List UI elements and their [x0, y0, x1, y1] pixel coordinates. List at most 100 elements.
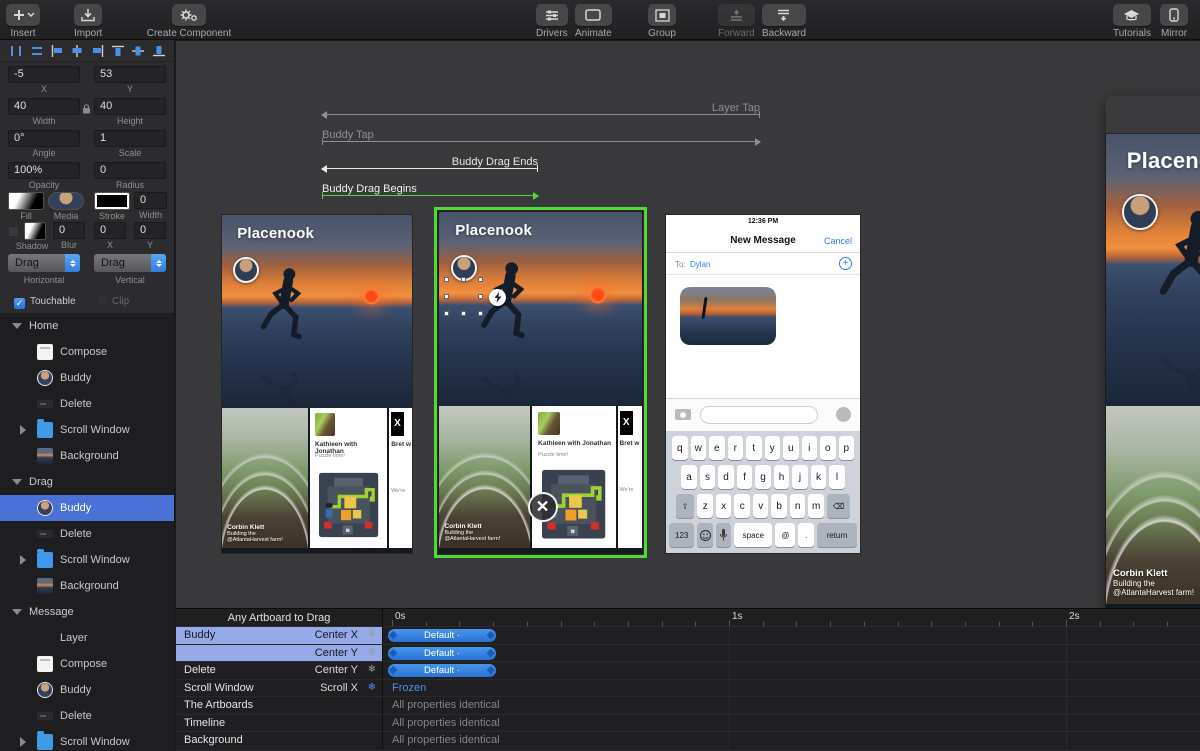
layer-item-delete[interactable]: Delete — [0, 521, 174, 547]
timeline-row-delete[interactable]: DeleteCenter Y❄◆Default ·◆ — [176, 662, 1200, 680]
key-l[interactable]: l — [829, 465, 845, 489]
card-corbin[interactable]: Corbin KlettBuilding the@AtlantaHarvest … — [439, 406, 530, 548]
key-p[interactable]: p — [839, 436, 855, 460]
buddy-avatar[interactable] — [1122, 194, 1158, 230]
height-input[interactable]: 40 — [94, 98, 166, 115]
disclosure-triangle-icon[interactable] — [12, 479, 22, 485]
keyframe-diamond-icon[interactable]: ◆ — [487, 648, 495, 659]
disclosure-triangle-icon[interactable] — [20, 555, 26, 565]
timeline-row-buddy[interactable]: BuddyCenter X❄◆Default ·◆ — [176, 627, 1200, 645]
key-x[interactable]: x — [716, 494, 732, 518]
selection-handle[interactable] — [478, 311, 483, 316]
tutorials-button[interactable]: Tutorials — [1113, 4, 1151, 39]
transition-arrow-layer-tap[interactable] — [322, 114, 760, 115]
layer-item-delete[interactable]: Delete — [0, 703, 174, 729]
layer-item-scroll-window[interactable]: Scroll Window — [0, 547, 174, 573]
artboard-message[interactable]: 12:36 PM New Message Cancel To: Dylan + … — [666, 215, 860, 553]
stroke-width-input[interactable]: 0 — [134, 192, 167, 209]
cancel-button[interactable]: Cancel — [824, 236, 852, 246]
transition-arrow-buddy-drag-ends[interactable] — [322, 168, 538, 169]
period-key[interactable]: . — [798, 523, 814, 547]
align-middle-icon[interactable] — [132, 44, 144, 62]
card-strip[interactable]: Corbin KlettBuilding the@AtlantaHarvest … — [439, 406, 642, 553]
card-strip[interactable]: Corbin KlettBuilding the@AtlantaHarvest … — [1106, 406, 1200, 611]
align-top-icon[interactable] — [112, 44, 124, 62]
mirror-button[interactable]: Mirror — [1160, 4, 1188, 39]
layer-item-buddy[interactable]: Buddy — [0, 365, 174, 391]
selection-handle[interactable] — [461, 277, 466, 282]
align-right-icon[interactable] — [92, 44, 104, 62]
backward-button[interactable]: Backward — [762, 4, 806, 39]
forward-button[interactable]: Forward — [718, 4, 755, 39]
key-z[interactable]: z — [697, 494, 713, 518]
key-o[interactable]: o — [820, 436, 836, 460]
lock-icon[interactable] — [82, 101, 91, 119]
align-center-horizontal-icon[interactable] — [71, 44, 83, 62]
layer-item-compose[interactable]: Compose — [0, 651, 174, 677]
snowflake-icon[interactable]: ❄ — [368, 664, 376, 675]
key-t[interactable]: t — [746, 436, 762, 460]
key-c[interactable]: c — [734, 494, 750, 518]
snowflake-icon[interactable]: ❄ — [368, 647, 376, 658]
key-j[interactable]: j — [792, 465, 808, 489]
animate-button[interactable]: Animate — [575, 4, 612, 39]
selection-handle[interactable] — [478, 294, 483, 299]
frozen-value[interactable]: Frozen — [392, 682, 426, 694]
key-a[interactable]: a — [681, 465, 697, 489]
dictation-icon[interactable] — [836, 407, 851, 422]
keyframe-diamond-icon[interactable]: ◆ — [389, 630, 397, 641]
angle-input[interactable]: 0° — [8, 130, 80, 147]
y-input[interactable]: 53 — [94, 66, 166, 83]
shadow-y-input[interactable]: 0 — [134, 222, 166, 239]
keyframe-diamond-icon[interactable]: ◆ — [389, 665, 397, 676]
key-s[interactable]: s — [700, 465, 716, 489]
key-h[interactable]: h — [774, 465, 790, 489]
canvas[interactable]: Layer TapBuddy TapBuddy Drag EndsBuddy D… — [176, 41, 1200, 608]
key-d[interactable]: d — [718, 465, 734, 489]
key-g[interactable]: g — [755, 465, 771, 489]
align-left-icon[interactable] — [51, 44, 63, 62]
layer-group-home[interactable]: Home — [0, 313, 174, 339]
card-strip[interactable]: Corbin KlettBuilding the@AtlantaHarvest … — [222, 408, 412, 553]
key-k[interactable]: k — [811, 465, 827, 489]
camera-icon[interactable] — [675, 409, 691, 420]
message-text-input[interactable] — [700, 406, 818, 424]
snowflake-icon[interactable]: ❄ — [368, 629, 376, 640]
import-button[interactable]: Import — [74, 4, 102, 39]
fill-swatch[interactable]: Fill — [8, 192, 44, 221]
disclosure-triangle-icon[interactable] — [12, 609, 22, 615]
card-kathleen[interactable]: Kathleen with JonathanPuzzle time! — [310, 408, 388, 549]
layer-item-scroll-window[interactable]: Scroll Window — [0, 729, 174, 750]
key-y[interactable]: y — [765, 436, 781, 460]
photo-attachment[interactable] — [680, 287, 776, 345]
shadow-swatch[interactable]: Shadow — [24, 222, 46, 251]
selection-handle[interactable] — [444, 277, 449, 282]
delete-target-button[interactable]: ✕ — [528, 492, 558, 522]
create-component-button[interactable]: Create Component — [128, 4, 250, 39]
card-bret[interactable]: XBret wWe're — [389, 408, 412, 549]
key-u[interactable]: u — [783, 436, 799, 460]
numbers-key[interactable]: 123 — [669, 523, 694, 547]
key-r[interactable]: r — [728, 436, 744, 460]
touchable-checkbox[interactable]: ✓Touchable — [14, 291, 76, 309]
distribute-horizontal-icon[interactable] — [10, 44, 22, 62]
layer-item-buddy[interactable]: Buddy — [0, 495, 174, 521]
key-m[interactable]: m — [808, 494, 824, 518]
key-e[interactable]: e — [709, 436, 725, 460]
key-n[interactable]: n — [790, 494, 806, 518]
card-corbin[interactable]: Corbin KlettBuilding the@AtlantaHarvest … — [222, 408, 308, 549]
card-corbin[interactable]: Corbin KlettBuilding the@AtlantaHarvest … — [1106, 406, 1200, 605]
key-v[interactable]: v — [753, 494, 769, 518]
drivers-button[interactable]: Drivers — [536, 4, 568, 39]
layer-item-buddy[interactable]: Buddy — [0, 677, 174, 703]
scale-input[interactable]: 1 — [94, 130, 166, 147]
distribute-vertical-icon[interactable] — [31, 44, 43, 62]
shift-key[interactable]: ⇧ — [676, 494, 695, 518]
selection-handle[interactable] — [461, 311, 466, 316]
keyframe-diamond-icon[interactable]: ◆ — [389, 648, 397, 659]
disclosure-triangle-icon[interactable] — [20, 737, 26, 747]
media-swatch[interactable]: Media — [48, 192, 84, 221]
layer-item-delete[interactable]: Delete — [0, 391, 174, 417]
key-q[interactable]: q — [672, 436, 688, 460]
keyframe-span[interactable]: ◆Default ·◆ — [388, 664, 496, 677]
